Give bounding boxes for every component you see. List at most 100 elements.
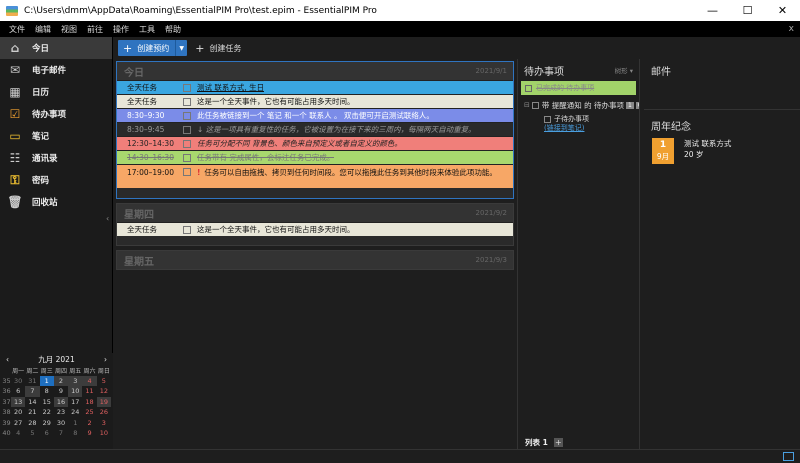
event-text: 任务可分配不同 背景色、颜色来自预定义或者自定义的颜色。	[197, 139, 402, 148]
calendar-day[interactable]: 27	[11, 418, 25, 429]
event-checkbox[interactable]	[183, 168, 191, 176]
calendar-day[interactable]: 20	[11, 407, 25, 418]
calendar-day[interactable]: 2	[53, 375, 69, 386]
calendar-day[interactable]: 16	[53, 396, 69, 407]
calendar-day[interactable]: 4	[82, 375, 97, 386]
menu-go[interactable]: 前往	[82, 24, 108, 35]
calendar-day[interactable]: 5	[97, 376, 111, 387]
task-list-tab[interactable]: 列表 1	[525, 437, 548, 448]
calendar-day[interactable]: 9	[54, 386, 68, 397]
task-checkbox[interactable]	[525, 84, 532, 92]
event-row[interactable]: 8:30–9:45 ↓ 这是一项具有重复性的任务，它被设置为在接下来的三周内，每…	[117, 122, 513, 136]
sidebar-item-trash[interactable]: 🗑 回收站	[0, 191, 112, 213]
event-checkbox[interactable]	[183, 125, 191, 134]
sidebar-item-tasks[interactable]: ☑ 待办事项	[0, 103, 112, 125]
calendar-day[interactable]: 21	[25, 407, 39, 418]
menu-view[interactable]: 视图	[56, 24, 82, 35]
calendar-day[interactable]: 19	[96, 396, 111, 407]
event-row[interactable]: 全天任务 这是一个全天事件，它也有可能占用多天时间。	[117, 94, 513, 108]
sidebar-item-notes[interactable]: ▭ 笔记	[0, 125, 112, 147]
sidebar-item-today[interactable]: ⌂ 今日	[0, 37, 112, 59]
new-appointment-button[interactable]: + 创建预约 ▼	[118, 40, 188, 56]
add-list-button[interactable]: +	[553, 437, 563, 447]
task-checkbox[interactable]	[531, 101, 539, 109]
screen-icon[interactable]	[783, 452, 794, 461]
next-month-icon[interactable]: ›	[104, 355, 107, 364]
anniversary-item[interactable]: 1 9月 测试 联系方式 20 岁	[644, 138, 800, 164]
calendar-day[interactable]: 8	[68, 428, 82, 439]
calendar-day[interactable]: 28	[25, 418, 39, 429]
calendar-day[interactable]: 30	[54, 418, 68, 429]
view-mode-dropdown[interactable]: 树形 ▾	[615, 65, 633, 75]
calendar-day[interactable]: 15	[40, 397, 54, 408]
calendar-day[interactable]: 1	[68, 418, 82, 429]
event-checkbox[interactable]	[183, 139, 191, 148]
menu-tools[interactable]: 工具	[134, 24, 160, 35]
note-link[interactable]: (链接到笔记)	[544, 124, 639, 133]
close-document-icon[interactable]: x	[789, 24, 794, 34]
task-item-completed[interactable]: 已完成的 待办事项	[521, 81, 636, 95]
calendar-day[interactable]: 8	[40, 386, 54, 397]
event-row[interactable]: 12:30–14:30 任务可分配不同 背景色、颜色来自预定义或者自定义的颜色。	[117, 136, 513, 150]
event-row[interactable]: 全天任务 测试 联系方式, 生日	[117, 80, 513, 94]
calendar-day[interactable]: 17	[68, 397, 82, 408]
calendar-day[interactable]: 14	[25, 397, 39, 408]
event-row[interactable]: 8:30–9:30 此任务被链接到一个 笔记 和一个 联系人 。 双击便可开启测…	[117, 108, 513, 122]
calendar-day[interactable]: 11	[82, 386, 96, 397]
calendar-day[interactable]: 23	[54, 407, 68, 418]
calendar-day[interactable]: 26	[97, 407, 111, 418]
sidebar-item-contacts[interactable]: ☷ 通讯录	[0, 147, 112, 169]
calendar-day[interactable]: 9	[82, 428, 96, 439]
new-task-button[interactable]: + 创建任务	[195, 42, 241, 55]
calendar-day[interactable]: 6	[11, 386, 25, 397]
menu-help[interactable]: 帮助	[160, 24, 186, 35]
maximize-button[interactable]: ☐	[730, 0, 765, 21]
calendar-day[interactable]: 31	[25, 376, 39, 387]
calendar-day[interactable]: 7	[25, 386, 40, 397]
calendar-day[interactable]: 10	[97, 428, 111, 439]
calendar-day[interactable]: 4	[11, 428, 25, 439]
calendar-day[interactable]: 29	[40, 418, 54, 429]
menu-edit[interactable]: 编辑	[30, 24, 56, 35]
event-row[interactable]: 全天任务 这是一个全天事件，它也有可能占用多天时间。	[117, 222, 513, 236]
calendar-day[interactable]: 12	[97, 386, 111, 397]
sidebar-item-calendar[interactable]: ▦ 日历	[0, 81, 112, 103]
sidebar-item-passwords[interactable]: ⚿ 密码	[0, 169, 112, 191]
calendar-day[interactable]: 5	[25, 428, 39, 439]
chevron-down-icon[interactable]: ▼	[175, 40, 187, 56]
task-item[interactable]: ⊟ 带 提醒通知 的 待办事项 1 0	[518, 98, 639, 112]
close-button[interactable]: ✕	[765, 0, 800, 21]
event-checkbox[interactable]	[183, 225, 191, 234]
menu-file[interactable]: 文件	[4, 24, 30, 35]
calendar-day[interactable]: 10	[68, 386, 83, 397]
task-checkbox[interactable]	[544, 116, 551, 123]
event-checkbox[interactable]	[183, 153, 191, 162]
sidebar-item-email[interactable]: ✉ 电子邮件	[0, 59, 112, 81]
minimize-button[interactable]: —	[695, 0, 730, 21]
event-row[interactable]: 14:30–16:30 任务带有 完成属性，会标注任务已完成。	[117, 150, 513, 164]
calendar-day[interactable]: 22	[40, 407, 54, 418]
calendar-day[interactable]: 18	[82, 397, 96, 408]
subtask-item[interactable]: 子待办事项 (链接到笔记)	[518, 115, 639, 133]
calendar-day[interactable]: 24	[68, 407, 82, 418]
calendar-day[interactable]: 3	[97, 418, 111, 429]
week-number: 40	[2, 429, 11, 438]
calendar-day-today[interactable]: 1	[39, 375, 54, 386]
event-row[interactable]: 17:00–19:00 ! 任务可以自由拖拽、拷贝到任何时间段。您可以拖拽此任务…	[117, 164, 513, 188]
calendar-day[interactable]: 30	[11, 376, 25, 387]
calendar-day[interactable]: 7	[54, 428, 68, 439]
calendar-day[interactable]: 2	[82, 418, 96, 429]
tasks-title: 待办事项	[524, 66, 564, 78]
event-checkbox[interactable]	[183, 111, 191, 120]
collapse-tree-icon[interactable]: ⊟	[524, 101, 530, 109]
prev-month-icon[interactable]: ‹	[6, 355, 9, 364]
calendar-day[interactable]: 25	[82, 407, 96, 418]
calendar-day[interactable]: 3	[68, 375, 83, 386]
menu-actions[interactable]: 操作	[108, 24, 134, 35]
new-appointment-label: 创建预约	[137, 43, 170, 53]
event-checkbox[interactable]	[183, 97, 191, 106]
event-checkbox[interactable]	[183, 83, 191, 92]
calendar-day[interactable]: 6	[40, 428, 54, 439]
collapse-sidebar-icon[interactable]: ‹	[106, 214, 109, 223]
calendar-day[interactable]: 13	[11, 396, 26, 407]
